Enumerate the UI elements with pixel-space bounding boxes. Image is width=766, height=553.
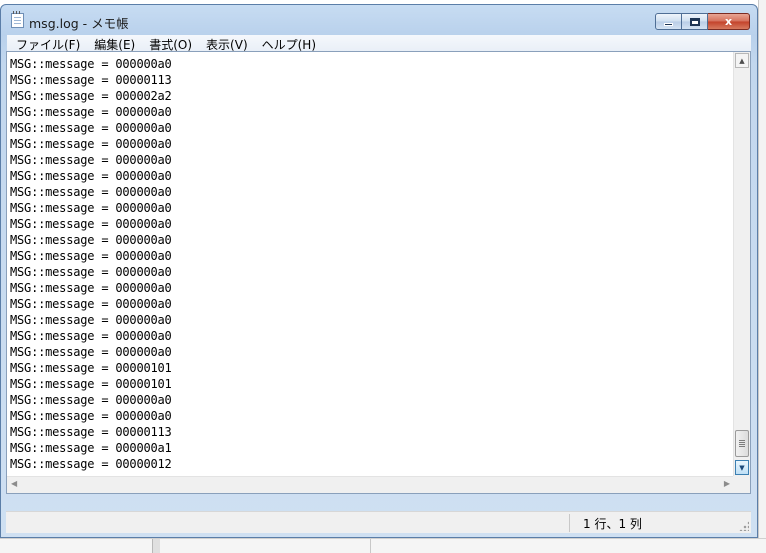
text-line[interactable]: MSG::message = 000000a0 <box>10 264 729 280</box>
resize-grip-icon[interactable] <box>739 521 749 531</box>
scroll-up-button[interactable]: ▲ <box>735 53 749 68</box>
background-window-edge <box>758 0 766 552</box>
text-line[interactable]: MSG::message = 00000113 <box>10 72 729 88</box>
text-content[interactable]: MSG::message = 000000a0 MSG::message = 00… <box>10 56 729 474</box>
close-button[interactable]: x <box>708 13 750 30</box>
scroll-thumb[interactable] <box>735 430 749 457</box>
text-line[interactable]: MSG::message = 000000a0 <box>10 216 729 232</box>
text-line[interactable]: MSG::message = 000000a0 <box>10 56 729 72</box>
text-line[interactable]: MSG::message = 00000113 <box>10 424 729 440</box>
text-line[interactable]: MSG::message = 000000a0 <box>10 168 729 184</box>
window-controls: x <box>655 13 750 31</box>
background-window-bottom <box>0 538 766 553</box>
maximize-icon <box>689 17 700 26</box>
text-line[interactable]: MSG::message = 000000a1 <box>10 440 729 456</box>
text-line[interactable]: MSG::message = 000000a0 <box>10 152 729 168</box>
text-line[interactable]: MSG::message = 00000101 <box>10 360 729 376</box>
status-bar: 1 行、1 列 <box>6 511 751 533</box>
maximize-button[interactable] <box>682 13 708 30</box>
left-arrow-icon[interactable]: ◀ <box>11 479 17 488</box>
text-line[interactable]: MSG::message = 000000a0 <box>10 296 729 312</box>
text-line[interactable]: MSG::message = 000000a0 <box>10 200 729 216</box>
minimize-icon <box>664 23 673 26</box>
text-line[interactable]: MSG::message = 000000a0 <box>10 344 729 360</box>
scroll-down-button[interactable]: ▼ <box>735 460 749 475</box>
cursor-position: 1 行、1 列 <box>583 517 642 531</box>
text-line[interactable]: MSG::message = 000000a0 <box>10 328 729 344</box>
text-line[interactable]: MSG::message = 000000a0 <box>10 392 729 408</box>
text-line[interactable]: MSG::message = 000000a0 <box>10 232 729 248</box>
text-line[interactable]: MSG::message = 000000a0 <box>10 104 729 120</box>
text-editor[interactable]: MSG::message = 000000a0 MSG::message = 00… <box>6 51 751 494</box>
up-arrow-icon: ▲ <box>739 56 745 65</box>
scrollbar-corner <box>733 476 750 493</box>
grip-icon <box>739 440 745 447</box>
vertical-scrollbar[interactable]: ▲ ▼ <box>733 52 750 476</box>
right-arrow-icon[interactable]: ▶ <box>724 479 730 488</box>
text-line[interactable]: MSG::message = 000000a0 <box>10 248 729 264</box>
status-separator <box>569 514 570 532</box>
text-line[interactable]: MSG::message = 000000a0 <box>10 136 729 152</box>
text-line[interactable]: MSG::message = 000000a0 <box>10 120 729 136</box>
text-line[interactable]: MSG::message = 000000a0 <box>10 184 729 200</box>
down-arrow-icon: ▼ <box>739 463 745 472</box>
text-line[interactable]: MSG::message = 000000a0 <box>10 408 729 424</box>
text-line[interactable]: MSG::message = 00000101 <box>10 376 729 392</box>
horizontal-scrollbar[interactable]: ◀ ▶ <box>7 476 734 493</box>
close-icon: x <box>724 15 733 28</box>
text-line[interactable]: MSG::message = 000000a0 <box>10 280 729 296</box>
notepad-icon[interactable] <box>11 11 24 28</box>
text-line[interactable]: MSG::message = 00000012 <box>10 456 729 472</box>
window-title: msg.log - メモ帳 <box>29 16 129 31</box>
title-bar[interactable]: msg.log - メモ帳 x <box>1 5 757 35</box>
text-line[interactable]: MSG::message = 000002a2 <box>10 88 729 104</box>
text-line[interactable]: MSG::message = 000000a0 <box>10 312 729 328</box>
minimize-button[interactable] <box>655 13 682 30</box>
